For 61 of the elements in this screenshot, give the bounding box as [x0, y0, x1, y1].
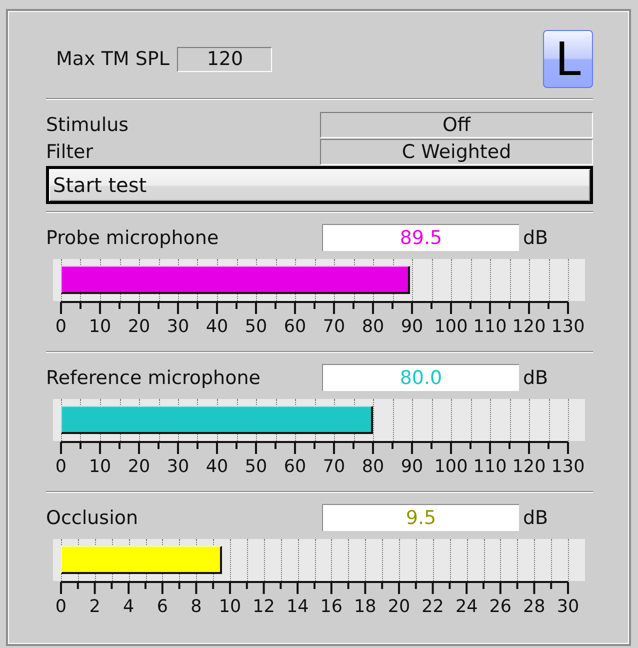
- scale-label: 30: [166, 317, 190, 337]
- scale-label: 110: [473, 457, 507, 477]
- unit-label: dB: [523, 506, 548, 528]
- max-spl-label: Max TM SPL: [56, 48, 170, 70]
- scale-label: 14: [286, 597, 309, 617]
- reading-field: 9.5: [322, 504, 519, 531]
- meter-label: Reference microphone: [46, 366, 262, 388]
- scale-label: 130: [551, 317, 585, 337]
- scale-label: 80: [362, 317, 384, 337]
- scale-label: 10: [88, 457, 112, 477]
- scale-label: 80: [362, 457, 384, 477]
- meter-label: Probe microphone: [46, 226, 220, 248]
- scale-label: 30: [556, 597, 580, 617]
- start-test-button[interactable]: Start test: [46, 166, 593, 204]
- scale-label: 0: [55, 317, 67, 337]
- meter-label: Occlusion: [46, 506, 140, 528]
- scale-label: 22: [422, 597, 444, 617]
- scale-label: 70: [322, 457, 346, 477]
- status-label: Stimulus: [46, 113, 130, 138]
- scale-label: 8: [190, 597, 202, 617]
- scale-label: 50: [244, 317, 268, 337]
- scale-label: 28: [523, 597, 546, 617]
- scale-label: 20: [128, 457, 150, 477]
- scale-label: 26: [489, 597, 512, 617]
- scale-label: 100: [434, 457, 468, 477]
- scale-label: 0: [55, 597, 67, 617]
- scale-label: 40: [206, 317, 228, 337]
- scale-label: 24: [455, 597, 478, 617]
- scale-label: 50: [244, 457, 268, 477]
- scale-label: 40: [206, 457, 228, 477]
- scale-label: 70: [322, 317, 346, 337]
- status-field: Off: [320, 112, 593, 138]
- scale-label: 30: [166, 457, 190, 477]
- scale-label: 100: [434, 317, 468, 337]
- scale-label: 90: [400, 317, 424, 337]
- scale-label: 120: [512, 457, 546, 477]
- scale-label: 60: [284, 317, 306, 337]
- scale-label: 4: [123, 597, 134, 617]
- unit-label: dB: [523, 226, 548, 248]
- scale-label: 10: [88, 317, 112, 337]
- status-field: C Weighted: [320, 139, 593, 165]
- scale-label: 0: [55, 457, 67, 477]
- scale-label: 18: [354, 597, 376, 617]
- scale-label: 110: [473, 317, 507, 337]
- scale-label: 16: [320, 597, 343, 617]
- status-label: Filter: [46, 140, 94, 165]
- scale-label: 10: [218, 597, 242, 617]
- scale-label: 120: [512, 317, 546, 337]
- scale-label: 20: [388, 597, 410, 617]
- max-spl-field[interactable]: 120: [177, 46, 272, 72]
- scale-label: 90: [400, 457, 424, 477]
- scale-label: 12: [252, 597, 275, 617]
- scale-label: 60: [284, 457, 306, 477]
- reading-field: 80.0: [322, 364, 519, 391]
- scale-label: 20: [128, 317, 150, 337]
- scale-label: 2: [89, 597, 100, 617]
- scale-label: 6: [156, 597, 168, 617]
- unit-label: dB: [523, 366, 548, 388]
- reading-field: 89.5: [322, 224, 519, 251]
- side-button[interactable]: L: [543, 30, 593, 88]
- scale-label: 130: [551, 457, 585, 477]
